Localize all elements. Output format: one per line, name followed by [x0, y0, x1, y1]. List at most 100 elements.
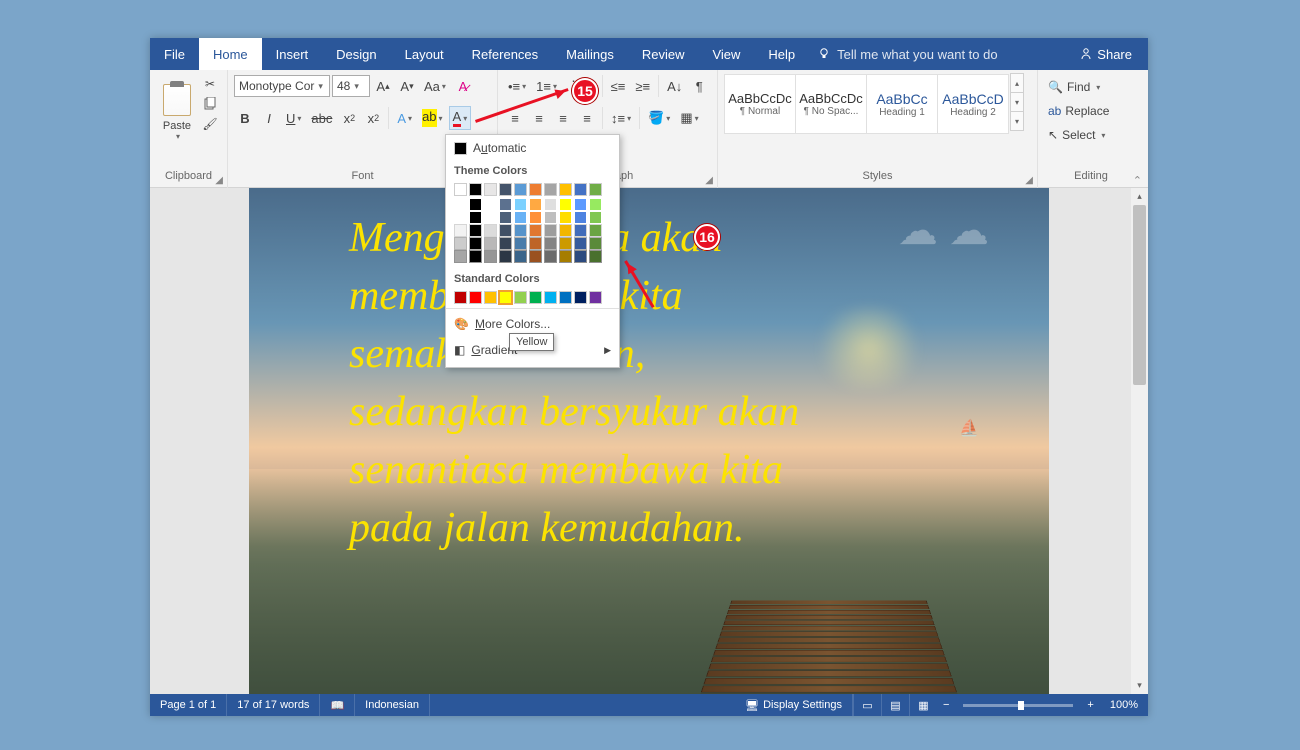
color-swatch[interactable]: [454, 211, 467, 224]
bullets-button[interactable]: •≡▾: [504, 74, 530, 98]
style-nospacing[interactable]: AaBbCcDc¶ No Spac...: [795, 74, 867, 134]
color-swatch[interactable]: [559, 237, 572, 250]
word-count-status[interactable]: 17 of 17 words: [227, 694, 320, 716]
spellcheck-status[interactable]: 📖: [320, 694, 355, 716]
color-swatch[interactable]: [529, 250, 542, 263]
automatic-color-item[interactable]: Automatic: [446, 135, 619, 161]
tab-layout[interactable]: Layout: [391, 38, 458, 70]
sort-button[interactable]: A↓: [663, 74, 686, 98]
color-swatch[interactable]: [499, 224, 512, 237]
cut-button[interactable]: ✂: [202, 76, 218, 92]
color-swatch[interactable]: [454, 183, 467, 196]
font-color-button[interactable]: A▾: [449, 106, 472, 130]
color-swatch[interactable]: [589, 183, 602, 196]
color-swatch[interactable]: [484, 183, 497, 196]
color-swatch[interactable]: [469, 211, 482, 224]
color-swatch[interactable]: [589, 250, 602, 263]
color-swatch[interactable]: [574, 211, 587, 224]
styles-gallery-scroll[interactable]: ▴▾▾: [1010, 74, 1024, 131]
scroll-down-icon[interactable]: ▾: [1131, 677, 1148, 694]
color-swatch[interactable]: [529, 224, 542, 237]
clear-formatting-button[interactable]: A̷: [452, 74, 474, 98]
color-swatch[interactable]: [469, 237, 482, 250]
color-swatch[interactable]: [544, 211, 557, 224]
zoom-in-button[interactable]: +: [1081, 699, 1099, 711]
tab-file[interactable]: File: [150, 38, 199, 70]
zoom-level-label[interactable]: 100%: [1100, 699, 1148, 711]
color-swatch[interactable]: [499, 237, 512, 250]
color-swatch[interactable]: [559, 183, 572, 196]
increase-indent-button[interactable]: ≥≡: [631, 74, 654, 98]
color-swatch[interactable]: [499, 183, 512, 196]
color-swatch[interactable]: [454, 198, 467, 211]
color-swatch[interactable]: [559, 291, 572, 304]
color-swatch[interactable]: [559, 198, 572, 211]
align-center-button[interactable]: ≡: [528, 106, 550, 130]
dialog-launcher-icon[interactable]: ◢: [1025, 175, 1033, 186]
select-button[interactable]: ↖ Select ▾: [1044, 124, 1113, 146]
color-swatch[interactable]: [589, 211, 602, 224]
style-normal[interactable]: AaBbCcDc¶ Normal: [724, 74, 796, 134]
color-swatch[interactable]: [529, 183, 542, 196]
color-swatch[interactable]: [454, 250, 467, 263]
style-heading2[interactable]: AaBbCcDHeading 2: [937, 74, 1009, 134]
tab-insert[interactable]: Insert: [262, 38, 323, 70]
color-swatch[interactable]: [544, 183, 557, 196]
color-swatch[interactable]: [484, 198, 497, 211]
subscript-button[interactable]: x2: [338, 106, 360, 130]
read-mode-button[interactable]: ▭: [853, 694, 881, 716]
color-swatch[interactable]: [484, 250, 497, 263]
scroll-up-icon[interactable]: ▴: [1131, 188, 1148, 205]
color-swatch[interactable]: [499, 198, 512, 211]
tab-view[interactable]: View: [698, 38, 754, 70]
color-swatch[interactable]: [544, 224, 557, 237]
color-swatch[interactable]: [499, 211, 512, 224]
color-swatch[interactable]: [514, 250, 527, 263]
superscript-button[interactable]: x2: [362, 106, 384, 130]
style-heading1[interactable]: AaBbCcHeading 1: [866, 74, 938, 134]
document-page[interactable]: ☁ ☁ ⛵ Mengeluh hanya akan membuat hidup …: [249, 188, 1049, 694]
color-swatch[interactable]: [574, 237, 587, 250]
paste-button[interactable]: Paste ▾: [156, 74, 198, 150]
tell-me-search[interactable]: Tell me what you want to do: [809, 47, 1063, 62]
scroll-thumb[interactable]: [1133, 205, 1146, 385]
change-case-button[interactable]: Aa▾: [420, 74, 450, 98]
color-swatch[interactable]: [589, 224, 602, 237]
color-swatch[interactable]: [454, 224, 467, 237]
color-swatch[interactable]: [499, 250, 512, 263]
color-swatch[interactable]: [514, 211, 527, 224]
color-swatch[interactable]: [514, 291, 527, 304]
highlight-button[interactable]: ab▾: [418, 106, 446, 130]
color-swatch[interactable]: [484, 237, 497, 250]
tab-help[interactable]: Help: [754, 38, 809, 70]
color-swatch[interactable]: [454, 291, 467, 304]
vertical-scrollbar[interactable]: ▴ ▾: [1131, 188, 1148, 694]
color-swatch[interactable]: [529, 291, 542, 304]
font-size-combo[interactable]: 48▾: [332, 75, 370, 97]
color-swatch[interactable]: [589, 237, 602, 250]
color-swatch[interactable]: [484, 211, 497, 224]
color-swatch[interactable]: [574, 198, 587, 211]
page-number-status[interactable]: Page 1 of 1: [150, 694, 227, 716]
color-swatch[interactable]: [469, 224, 482, 237]
color-swatch[interactable]: [559, 211, 572, 224]
grow-font-button[interactable]: A▴: [372, 74, 394, 98]
dialog-launcher-icon[interactable]: ◢: [705, 175, 713, 186]
color-swatch[interactable]: [514, 198, 527, 211]
replace-button[interactable]: ab Replace: [1044, 100, 1113, 122]
color-swatch[interactable]: [454, 237, 467, 250]
color-swatch[interactable]: [529, 198, 542, 211]
shading-button[interactable]: 🪣▾: [644, 106, 674, 130]
tab-design[interactable]: Design: [322, 38, 390, 70]
color-swatch[interactable]: [529, 211, 542, 224]
web-layout-button[interactable]: ▦: [909, 694, 937, 716]
font-name-combo[interactable]: Monotype Cor▾: [234, 75, 330, 97]
color-swatch[interactable]: [484, 224, 497, 237]
color-swatch[interactable]: [574, 224, 587, 237]
text-effects-button[interactable]: A▾: [393, 106, 416, 130]
copy-button[interactable]: [202, 96, 218, 112]
color-swatch[interactable]: [514, 224, 527, 237]
color-swatch[interactable]: [469, 198, 482, 211]
tab-review[interactable]: Review: [628, 38, 699, 70]
color-swatch[interactable]: [514, 183, 527, 196]
